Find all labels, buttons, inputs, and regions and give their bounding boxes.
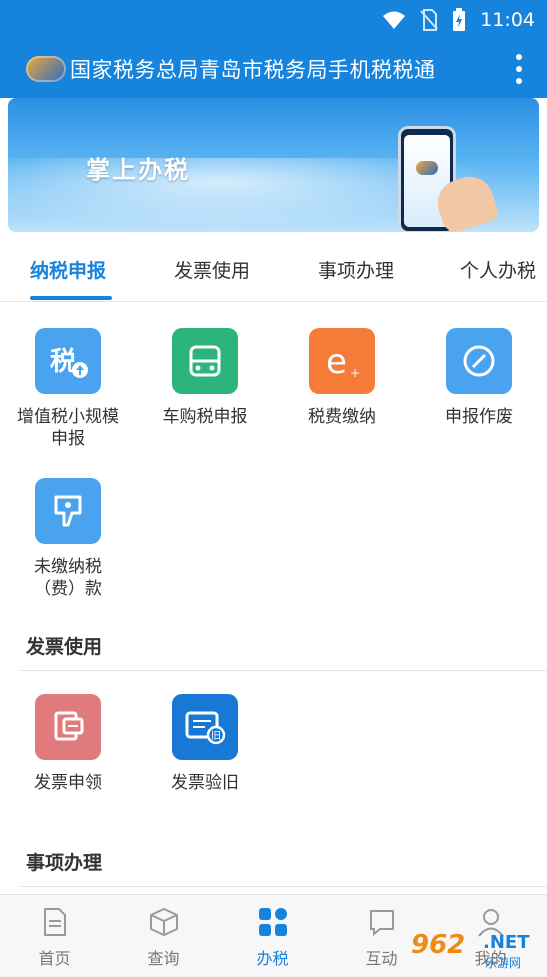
service-label: 税费缴纳: [308, 407, 376, 427]
tab-invoice-use[interactable]: 发票使用: [174, 256, 250, 283]
tab-matters[interactable]: 事项办理: [318, 256, 394, 283]
service-label: 发票申领: [34, 773, 102, 793]
service-invoice-apply[interactable]: 发票申领: [3, 694, 133, 794]
tab-tax-filing[interactable]: 纳税申报: [30, 256, 106, 283]
banner-title: 掌上办税: [86, 156, 190, 184]
app-title: 国家税务总局青岛市税务局手机税税通: [70, 58, 436, 82]
nav-label: 办税: [256, 949, 289, 968]
watermark-number: 962: [411, 930, 466, 960]
invoice-verify-icon: 旧: [172, 694, 238, 760]
grid-icon: [258, 907, 288, 937]
unpaid-tax-icon: [35, 478, 101, 544]
nav-label: 首页: [38, 949, 71, 968]
watermark-sub: 乐游网: [485, 956, 522, 970]
no-sim-icon: [420, 9, 438, 31]
service-label: 申报作废: [445, 407, 513, 427]
service-label: 未缴纳税（费）款: [34, 557, 102, 599]
promo-banner[interactable]: 掌上办税: [8, 98, 539, 232]
service-content: 税 增值税小规模申报 车购税申报 e + 税费缴纳 申报作废 未缴纳税（费）款 发…: [0, 302, 547, 894]
section-divider: [20, 670, 547, 671]
chat-square-icon: [367, 907, 397, 937]
service-vehicle-tax[interactable]: 车购税申报: [140, 328, 270, 428]
e-pay-icon: e +: [309, 328, 375, 394]
service-unpaid-tax[interactable]: 未缴纳税（费）款: [3, 478, 133, 600]
service-filing-void[interactable]: 申报作废: [414, 328, 544, 428]
app-bar: 国家税务总局青岛市税务局手机税税通: [0, 40, 547, 98]
invoice-apply-icon: [35, 694, 101, 760]
nav-tax[interactable]: 办税: [218, 895, 327, 977]
svg-text:+: +: [350, 366, 360, 380]
service-label: 发票验旧: [171, 773, 239, 793]
svg-text:旧: 旧: [211, 730, 221, 742]
nav-home[interactable]: 首页: [0, 895, 109, 977]
more-vert-icon[interactable]: [513, 54, 525, 84]
svg-text:税: 税: [50, 347, 76, 377]
section-divider: [20, 886, 547, 887]
category-tabs: 纳税申报 发票使用 事项办理 个人办税: [0, 234, 547, 302]
tab-personal-tax[interactable]: 个人办税: [460, 256, 536, 283]
service-vat-small-scale[interactable]: 税 增值税小规模申报: [3, 328, 133, 450]
svg-text:e: e: [326, 342, 347, 382]
nav-query[interactable]: 查询: [109, 895, 218, 977]
tax-upload-icon: 税: [35, 328, 101, 394]
car-icon: [172, 328, 238, 394]
section-title-matters: 事项办理: [26, 852, 103, 874]
service-invoice-verify[interactable]: 旧 发票验旧: [140, 694, 270, 794]
document-icon: [40, 907, 70, 937]
battery-charging-icon: [452, 8, 466, 32]
service-tax-payment[interactable]: e + 税费缴纳: [277, 328, 407, 428]
banner-area: 掌上办税: [0, 98, 547, 234]
wifi-icon: [382, 10, 406, 30]
tax-app-logo-icon: [26, 56, 66, 82]
cancel-circle-icon: [446, 328, 512, 394]
phone-screen-logo-icon: [416, 161, 438, 175]
service-label: 车购税申报: [162, 407, 248, 427]
box-icon: [149, 907, 179, 937]
status-time: 11:04: [480, 9, 535, 31]
site-watermark: 962 .NET 乐游网: [411, 930, 539, 970]
section-title-invoice: 发票使用: [26, 636, 103, 658]
nav-label: 查询: [147, 949, 180, 968]
watermark-suffix: .NET: [483, 932, 530, 953]
tab-active-indicator: [30, 296, 112, 300]
service-label: 增值税小规模申报: [17, 407, 119, 449]
status-bar: 11:04: [0, 0, 547, 40]
